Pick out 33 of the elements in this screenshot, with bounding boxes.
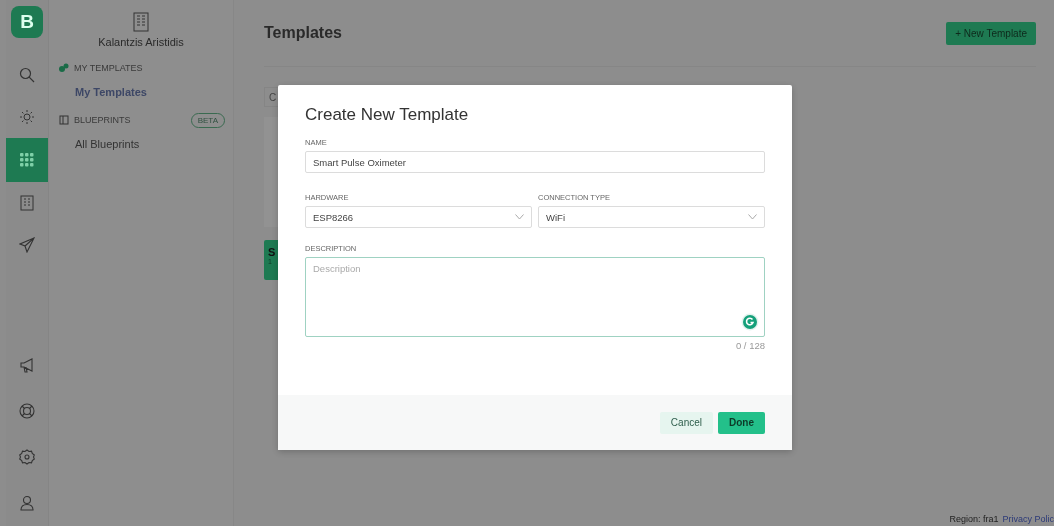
select-field[interactable]: ESP8266	[305, 206, 532, 228]
chevron-down-icon	[748, 214, 757, 220]
search-icon	[19, 67, 35, 83]
send-icon	[19, 237, 35, 253]
card-title: S	[268, 246, 277, 258]
description-input-field[interactable]: Description	[306, 258, 764, 336]
sun-icon	[19, 109, 35, 125]
page-title: Templates	[264, 24, 342, 42]
building-icon	[20, 195, 34, 211]
section-title: BLUEPRINTS	[74, 115, 132, 125]
sidebar-item[interactable]: My Templates	[59, 78, 225, 98]
organization-name: Kalantzis Aristidis	[97, 36, 185, 48]
book-icon	[59, 115, 69, 125]
grammar-icon[interactable]	[741, 313, 759, 331]
done-button[interactable]: Done	[718, 411, 765, 434]
region-label: Region: fra1	[949, 514, 999, 524]
lifebuoy-icon	[19, 403, 35, 419]
modal-title: Create New Template	[305, 105, 470, 125]
chevron-down-icon	[515, 214, 524, 220]
app-logo[interactable]: B	[11, 6, 43, 38]
settings-icon	[19, 449, 35, 465]
character-counter: 0 / 128	[734, 340, 765, 351]
sidebar-item[interactable]: All Blueprints	[59, 130, 225, 150]
cancel-button[interactable]: Cancel	[659, 411, 713, 434]
building-icon	[133, 12, 149, 32]
user-icon	[20, 495, 34, 511]
select-field[interactable]: WiFi	[538, 206, 765, 228]
section-title: MY TEMPLATES	[74, 63, 144, 73]
name-input-field[interactable]: Smart Pulse Oximeter	[305, 151, 765, 173]
new-template-button[interactable]: + New Template	[946, 21, 1036, 45]
privacy-policy-link[interactable]: Privacy Polic	[1002, 514, 1054, 524]
megaphone-icon	[19, 357, 35, 373]
grid-icon	[20, 153, 34, 167]
